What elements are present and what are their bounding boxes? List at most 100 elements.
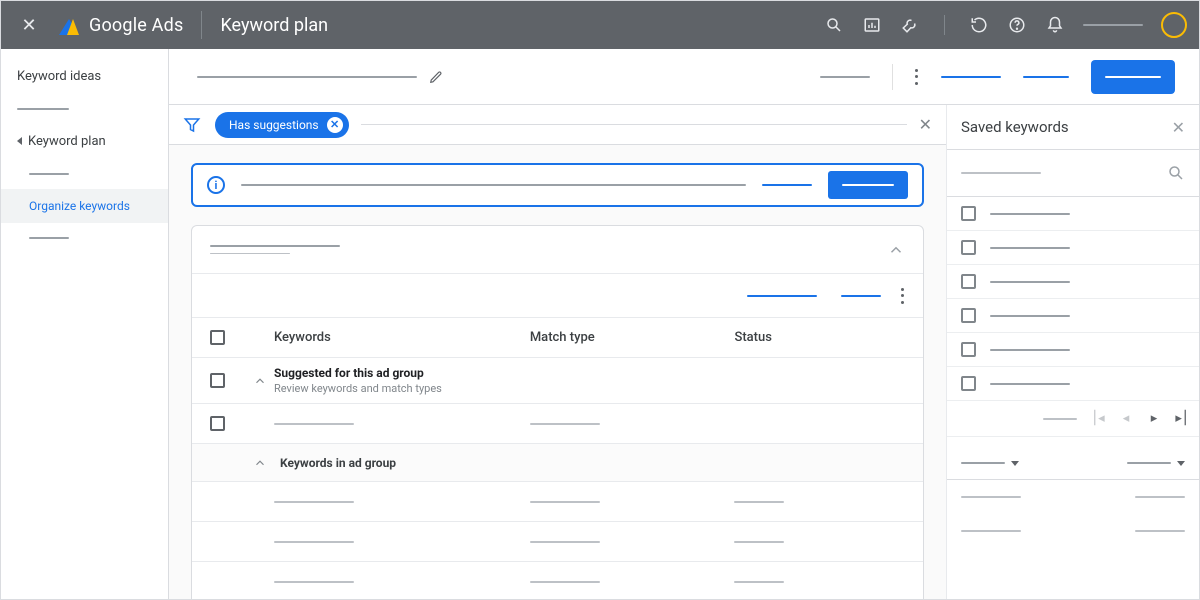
content-area: Has suggestions ✕ ✕ i	[169, 105, 947, 599]
list-item[interactable]	[947, 333, 1199, 367]
col-header-keywords[interactable]: Keywords	[274, 330, 530, 345]
reports-icon[interactable]	[862, 15, 882, 35]
sidebar-item-organize-keywords[interactable]: Organize keywords	[1, 189, 168, 223]
sidebar-placeholder[interactable]	[17, 108, 69, 110]
close-plan-button[interactable]: ✕	[13, 15, 45, 36]
filter-bar: Has suggestions ✕ ✕	[169, 105, 946, 145]
list-item[interactable]	[947, 299, 1199, 333]
metric-row	[947, 480, 1199, 514]
adgroup-subtitle-placeholder	[210, 253, 290, 255]
item-label-placeholder	[990, 247, 1070, 249]
info-banner: i	[191, 163, 924, 207]
info-text-placeholder	[241, 184, 746, 186]
toolbar-link-1[interactable]	[941, 76, 1001, 78]
filter-icon[interactable]	[183, 116, 201, 134]
group-subtitle: Review keywords and match types	[274, 382, 442, 395]
metric-cell	[961, 496, 1021, 498]
info-link[interactable]	[762, 184, 812, 186]
sidebar-sub-placeholder[interactable]	[29, 173, 69, 175]
col-header-status[interactable]: Status	[734, 330, 905, 345]
filter-chip-label: Has suggestions	[229, 118, 319, 132]
panel-dropdown-1[interactable]	[961, 461, 1019, 466]
table-row[interactable]	[192, 404, 923, 444]
pager-first-button[interactable]: ⎮◂	[1091, 411, 1105, 426]
filter-chip-remove-icon[interactable]: ✕	[327, 117, 343, 133]
tools-icon[interactable]	[900, 15, 920, 35]
plan-name-placeholder	[197, 76, 417, 78]
pager-prev-button[interactable]: ◂	[1119, 411, 1133, 426]
subgroup-title: Keywords in ad group	[280, 456, 396, 470]
header-tool-icons	[824, 12, 1187, 38]
sidebar-sub-placeholder[interactable]	[29, 237, 69, 239]
pager-next-button[interactable]: ▸	[1147, 411, 1161, 426]
panel-dropdown-2[interactable]	[1127, 461, 1185, 466]
cell-status	[734, 541, 784, 543]
filter-input-placeholder[interactable]	[361, 124, 907, 125]
table-row[interactable]	[192, 562, 923, 599]
item-checkbox[interactable]	[961, 240, 976, 255]
item-checkbox[interactable]	[961, 342, 976, 357]
collapse-section-icon[interactable]	[887, 241, 905, 259]
cell-keyword	[274, 581, 354, 583]
item-label-placeholder	[990, 213, 1070, 215]
chevron-up-icon[interactable]	[253, 456, 267, 470]
row-checkbox[interactable]	[210, 416, 225, 431]
list-item[interactable]	[947, 197, 1199, 231]
panel-search-placeholder[interactable]	[961, 172, 1041, 174]
pager-last-button[interactable]: ▸⎮	[1175, 411, 1189, 426]
cell-match-type	[530, 541, 600, 543]
help-icon[interactable]	[1007, 15, 1027, 35]
clear-filters-button[interactable]: ✕	[907, 115, 932, 134]
main-column: Has suggestions ✕ ✕ i	[169, 49, 1199, 599]
header-divider	[201, 11, 202, 39]
panel-close-button[interactable]: ✕	[1172, 118, 1185, 137]
item-label-placeholder	[990, 349, 1070, 351]
item-checkbox[interactable]	[961, 206, 976, 221]
table-row[interactable]	[192, 522, 923, 562]
cell-keyword	[274, 423, 354, 425]
card-section-header[interactable]	[192, 226, 923, 274]
col-header-match-type[interactable]: Match type	[530, 330, 735, 345]
item-label-placeholder	[990, 383, 1070, 385]
account-avatar[interactable]	[1161, 12, 1187, 38]
edit-plan-name-button[interactable]	[429, 70, 443, 84]
card-actions-row	[192, 274, 923, 318]
cell-match-type	[530, 501, 600, 503]
account-placeholder[interactable]	[1083, 24, 1143, 26]
toolbar-link-2[interactable]	[1023, 76, 1069, 78]
group-suggested-header[interactable]: Suggested for this ad group Review keywo…	[192, 358, 923, 404]
sidebar-item-label: Keyword plan	[28, 134, 106, 149]
filter-chip-has-suggestions[interactable]: Has suggestions ✕	[215, 112, 349, 138]
refresh-icon[interactable]	[969, 15, 989, 35]
info-primary-button[interactable]	[828, 171, 908, 199]
group-checkbox[interactable]	[210, 373, 225, 388]
app-header: ✕ Google Ads Keyword plan	[1, 1, 1199, 49]
toolbar-primary-button[interactable]	[1091, 60, 1175, 94]
search-icon[interactable]	[824, 15, 844, 35]
plan-toolbar	[169, 49, 1199, 105]
metric-cell	[1135, 530, 1185, 532]
item-checkbox[interactable]	[961, 308, 976, 323]
sidebar-item-keyword-plan[interactable]: Keyword plan	[1, 124, 168, 159]
table-row[interactable]	[192, 482, 923, 522]
search-icon[interactable]	[1167, 164, 1185, 182]
item-checkbox[interactable]	[961, 274, 976, 289]
chevron-up-icon[interactable]	[253, 374, 267, 388]
toolbar-overflow-menu[interactable]	[915, 69, 919, 85]
list-item[interactable]	[947, 367, 1199, 401]
cell-match-type	[530, 423, 600, 425]
select-all-checkbox[interactable]	[210, 330, 225, 345]
notifications-icon[interactable]	[1045, 15, 1065, 35]
pager-range-placeholder	[1043, 418, 1077, 420]
card-action-link-2[interactable]	[841, 295, 881, 297]
list-item[interactable]	[947, 231, 1199, 265]
sidebar-item-keyword-ideas[interactable]: Keyword ideas	[1, 59, 168, 94]
card-action-link-1[interactable]	[747, 295, 817, 297]
list-item[interactable]	[947, 265, 1199, 299]
panel-title: Saved keywords	[961, 118, 1172, 136]
group-in-adgroup-header[interactable]: Keywords in ad group	[192, 444, 923, 482]
google-ads-logo-icon	[59, 15, 79, 35]
card-overflow-menu[interactable]	[901, 288, 905, 304]
cell-keyword	[274, 541, 354, 543]
item-checkbox[interactable]	[961, 376, 976, 391]
